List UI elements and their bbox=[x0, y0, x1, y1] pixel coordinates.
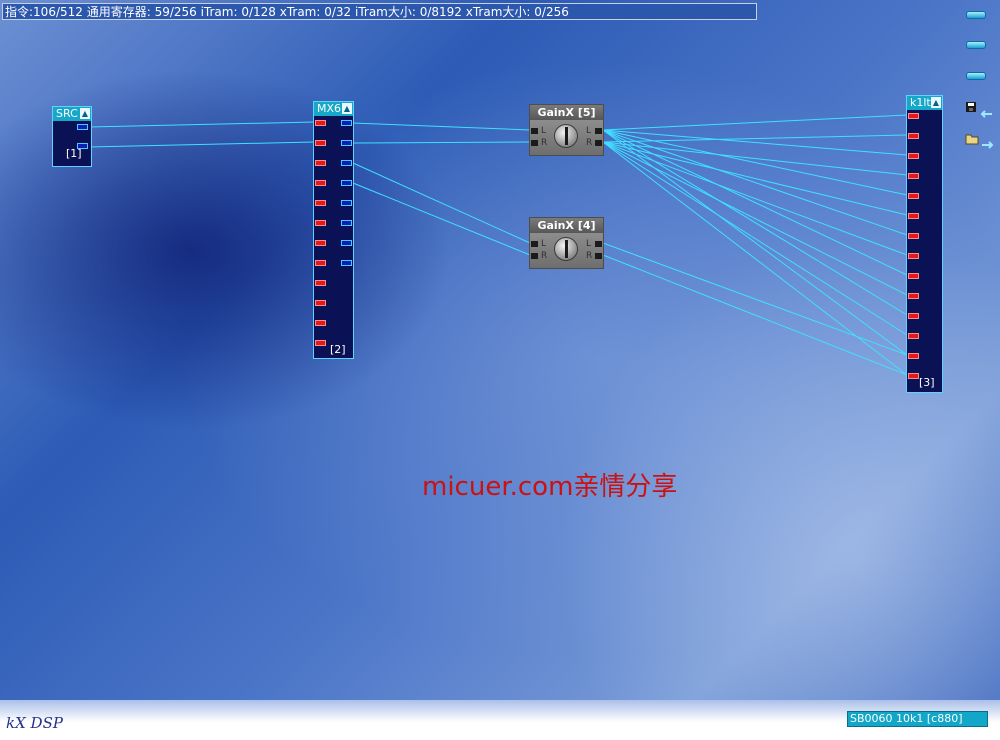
wire-layer bbox=[87, 114, 908, 376]
k1lt-input-port[interactable] bbox=[908, 373, 919, 379]
mx6-input-port[interactable] bbox=[315, 120, 326, 126]
k1lt-input-port[interactable] bbox=[908, 333, 919, 339]
src-output-port[interactable] bbox=[77, 124, 88, 130]
gainx-5-label-in-r: R bbox=[541, 138, 548, 148]
k1lt-input-port[interactable] bbox=[908, 213, 919, 219]
k1lt-input-port[interactable] bbox=[908, 273, 919, 279]
mx6-input-port[interactable] bbox=[315, 340, 326, 346]
connection-wire bbox=[352, 141, 531, 144]
mx6-output-port[interactable] bbox=[341, 120, 352, 126]
k1lt-module-number: [3] bbox=[919, 376, 935, 389]
mx6-output-port[interactable] bbox=[341, 220, 352, 226]
connection-wire bbox=[352, 122, 531, 131]
connection-wire bbox=[602, 254, 908, 376]
mx6-module[interactable]: MX6 ▲ [2] bbox=[313, 101, 354, 359]
gainx-5-label-out-r: R bbox=[586, 138, 593, 148]
bar-button-icon[interactable] bbox=[966, 72, 986, 80]
k1lt-module[interactable]: k1lt ▲ [3] bbox=[906, 95, 943, 393]
gainx-4-label-out-r: R bbox=[586, 251, 593, 261]
mx6-input-port[interactable] bbox=[315, 140, 326, 146]
connection-wire bbox=[352, 162, 531, 244]
gainx-4-input-r[interactable] bbox=[531, 253, 538, 259]
mx6-input-port[interactable] bbox=[315, 240, 326, 246]
src-output-port[interactable] bbox=[77, 143, 88, 149]
k1lt-input-port[interactable] bbox=[908, 193, 919, 199]
connection-wire bbox=[602, 114, 908, 131]
mx6-input-port[interactable] bbox=[315, 180, 326, 186]
mx6-input-port[interactable] bbox=[315, 320, 326, 326]
mx6-output-port[interactable] bbox=[341, 160, 352, 166]
gainx-5-label-in-l: L bbox=[541, 126, 547, 136]
k1lt-input-port[interactable] bbox=[908, 233, 919, 239]
k1lt-input-port[interactable] bbox=[908, 153, 919, 159]
connection-wire bbox=[602, 129, 908, 236]
connection-wire bbox=[87, 141, 315, 148]
mx6-input-port[interactable] bbox=[315, 220, 326, 226]
save-arrow-icon[interactable] bbox=[964, 101, 994, 119]
mx6-output-port[interactable] bbox=[341, 240, 352, 246]
mx6-collapse-arrow-icon[interactable]: ▲ bbox=[342, 103, 352, 114]
mx6-input-port[interactable] bbox=[315, 280, 326, 286]
gainx-5-input-l[interactable] bbox=[531, 128, 538, 134]
mx6-output-port[interactable] bbox=[341, 140, 352, 146]
save-arrow-svg bbox=[966, 102, 992, 118]
mx6-input-port[interactable] bbox=[315, 300, 326, 306]
kx-dsp-logo: kX DSP bbox=[6, 714, 63, 732]
gainx-4-label-in-r: R bbox=[541, 251, 548, 261]
connection-wire bbox=[87, 121, 315, 128]
gainx-4-input-l[interactable] bbox=[531, 241, 538, 247]
src-module[interactable]: SRC ▲ [1] bbox=[52, 106, 92, 167]
k1lt-input-port[interactable] bbox=[908, 253, 919, 259]
k1lt-input-port[interactable] bbox=[908, 313, 919, 319]
bar-button-icon[interactable] bbox=[966, 11, 986, 19]
gainx-4-label-in-l: L bbox=[541, 239, 547, 249]
connection-wire bbox=[352, 182, 531, 256]
gainx-5-module[interactable]: GainX [5] L R L R bbox=[529, 104, 604, 156]
src-module-number: [1] bbox=[66, 147, 82, 160]
connection-wire bbox=[602, 134, 908, 143]
gainx-4-output-r[interactable] bbox=[595, 253, 602, 259]
connection-wire bbox=[602, 141, 908, 216]
gainx-5-knob-icon[interactable] bbox=[554, 124, 578, 148]
src-collapse-arrow-icon[interactable]: ▲ bbox=[80, 108, 90, 119]
device-label: SB0060 10k1 [c880] bbox=[847, 711, 988, 727]
k1lt-input-port[interactable] bbox=[908, 113, 919, 119]
mx6-input-port[interactable] bbox=[315, 160, 326, 166]
mx6-output-port[interactable] bbox=[341, 200, 352, 206]
k1lt-input-port[interactable] bbox=[908, 133, 919, 139]
connection-wire bbox=[602, 129, 908, 316]
gainx-4-output-l[interactable] bbox=[595, 241, 602, 247]
mx6-input-port[interactable] bbox=[315, 260, 326, 266]
open-arrow-icon[interactable] bbox=[964, 132, 994, 150]
bar-button-icon[interactable] bbox=[966, 41, 986, 49]
gainx-5-output-l[interactable] bbox=[595, 128, 602, 134]
gainx-4-title[interactable]: GainX [4] bbox=[530, 218, 603, 233]
gainx-5-input-r[interactable] bbox=[531, 140, 538, 146]
mx6-output-port[interactable] bbox=[341, 260, 352, 266]
mx6-output-port[interactable] bbox=[341, 180, 352, 186]
k1lt-input-port[interactable] bbox=[908, 173, 919, 179]
gainx-4-knob-icon[interactable] bbox=[554, 237, 578, 261]
gainx-4-module[interactable]: GainX [4] L R L R bbox=[529, 217, 604, 269]
open-arrow-svg bbox=[965, 134, 994, 149]
connection-wire bbox=[602, 242, 908, 356]
k1lt-input-port[interactable] bbox=[908, 293, 919, 299]
watermark-text: micuer.com亲情分享 bbox=[422, 472, 678, 502]
connection-wire bbox=[602, 129, 908, 196]
gainx-5-label-out-l: L bbox=[586, 126, 592, 136]
mx6-module-number: [2] bbox=[330, 343, 346, 356]
connection-wire bbox=[602, 129, 908, 356]
connection-wire bbox=[602, 141, 908, 296]
k1lt-input-port[interactable] bbox=[908, 353, 919, 359]
gainx-5-title[interactable]: GainX [5] bbox=[530, 105, 603, 120]
connection-wire bbox=[602, 141, 908, 376]
gainx-5-output-r[interactable] bbox=[595, 140, 602, 146]
gainx-4-label-out-l: L bbox=[586, 239, 592, 249]
mx6-input-port[interactable] bbox=[315, 200, 326, 206]
k1lt-collapse-arrow-icon[interactable]: ▲ bbox=[931, 97, 941, 108]
